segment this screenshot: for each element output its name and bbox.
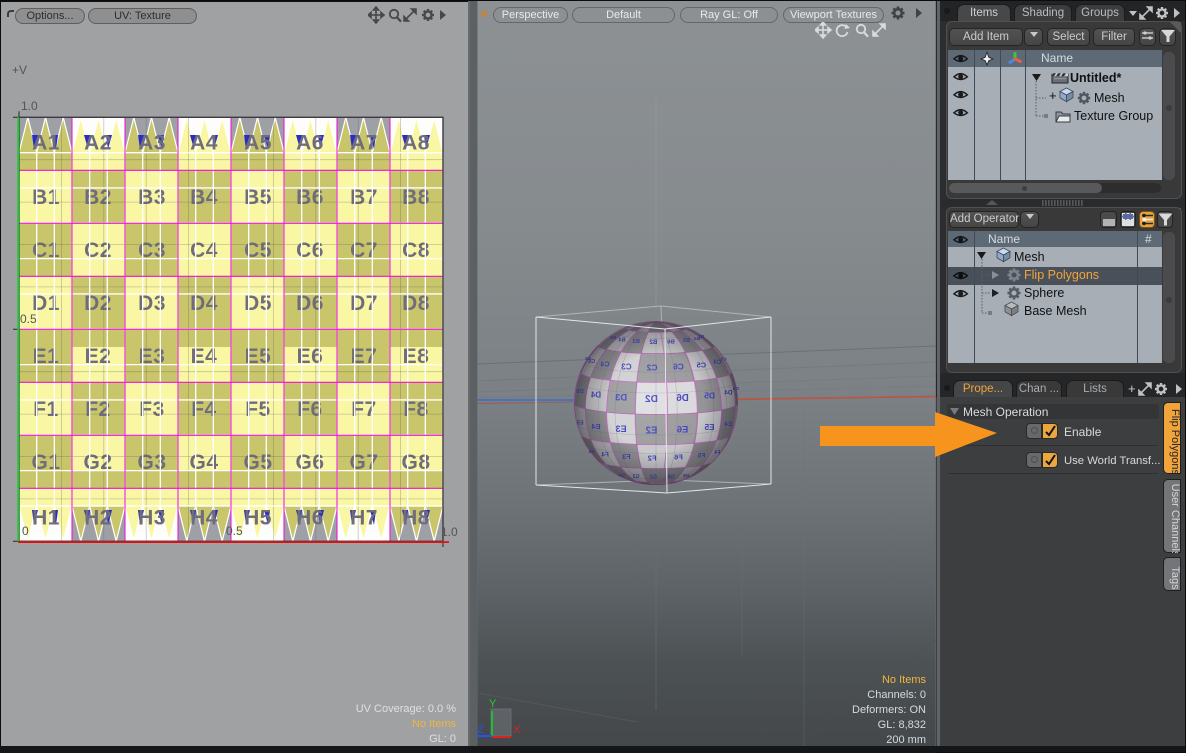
svg-text:H7: H7 xyxy=(350,507,378,530)
svg-text:A8: A8 xyxy=(402,132,430,155)
svg-text:Z: Z xyxy=(477,724,484,736)
svg-text:Base Mesh: Base Mesh xyxy=(1024,304,1087,318)
svg-text:H4: H4 xyxy=(190,507,218,530)
svg-text:H8: H8 xyxy=(402,507,430,530)
svg-text:Y: Y xyxy=(489,698,497,710)
svg-text:+: + xyxy=(1049,88,1057,103)
svg-text:Tags: Tags xyxy=(1169,566,1181,590)
svg-text:1.0: 1.0 xyxy=(441,525,458,539)
svg-text:Mesh: Mesh xyxy=(1094,91,1125,105)
svg-text:A7: A7 xyxy=(350,132,378,155)
svg-text:0.5: 0.5 xyxy=(226,524,243,538)
svg-text:Texture Group: Texture Group xyxy=(1074,109,1153,123)
svg-text:A3: A3 xyxy=(138,132,166,155)
svg-text:H2: H2 xyxy=(84,507,112,530)
svg-text:Mesh: Mesh xyxy=(1014,250,1045,264)
svg-text:H3: H3 xyxy=(138,507,166,530)
svg-text:+V: +V xyxy=(12,63,27,77)
svg-text:0: 0 xyxy=(22,524,29,538)
svg-text:Flip Polygons: Flip Polygons xyxy=(1024,268,1099,282)
svg-text:A4: A4 xyxy=(190,132,218,155)
svg-text:A2: A2 xyxy=(84,132,112,155)
svg-text:Sphere: Sphere xyxy=(1024,286,1064,300)
svg-text:A1: A1 xyxy=(32,132,60,155)
svg-text:1.0: 1.0 xyxy=(21,99,38,113)
svg-text:User Channels: User Channels xyxy=(1169,484,1181,553)
svg-text:H5: H5 xyxy=(244,507,272,530)
svg-text:Untitled*: Untitled* xyxy=(1070,71,1122,85)
svg-text:Flip Polygons: Flip Polygons xyxy=(1169,409,1181,474)
svg-text:A6: A6 xyxy=(296,132,324,155)
svg-text:X: X xyxy=(513,724,521,736)
svg-text:A5: A5 xyxy=(244,132,272,155)
svg-text:0.5: 0.5 xyxy=(20,312,37,326)
svg-text:H1: H1 xyxy=(32,507,60,530)
svg-text:H6: H6 xyxy=(296,507,324,530)
